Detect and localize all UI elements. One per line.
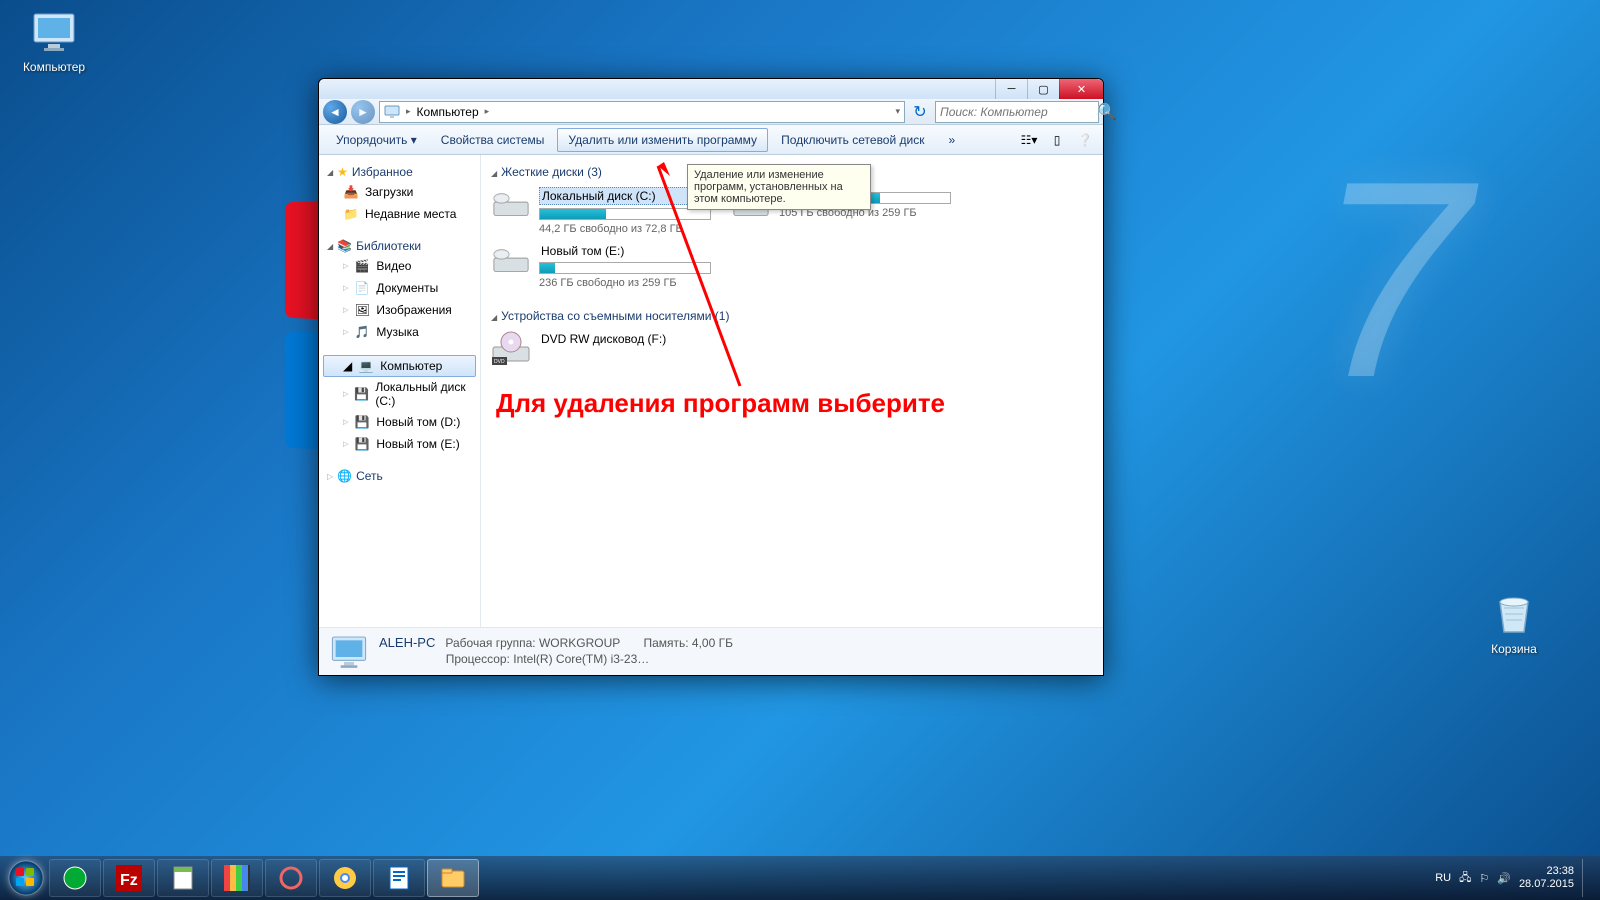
map-network-drive-button[interactable]: Подключить сетевой диск (770, 128, 935, 152)
refresh-button[interactable]: ↻ (909, 102, 931, 122)
breadcrumb[interactable]: ▸ Компьютер ▸ ▾ (379, 101, 905, 123)
start-button[interactable] (4, 858, 48, 898)
taskbar-app-1[interactable] (49, 859, 101, 897)
sidebar-network-header[interactable]: ▷🌐Сеть (323, 467, 476, 485)
sidebar-music[interactable]: ▷🎵Музыка (323, 321, 476, 343)
taskbar-chrome[interactable] (319, 859, 371, 897)
drive-c[interactable]: Локальный диск (C:) 44,2 ГБ свободно из … (491, 187, 711, 235)
taskbar-filezilla[interactable]: Fz (103, 859, 155, 897)
status-name: ALEH-PC (379, 635, 435, 650)
annotation-text: Для удаления программ выберите (496, 388, 945, 419)
drive-e-free: 236 ГБ свободно из 259 ГБ (539, 277, 711, 289)
svg-text:DVD: DVD (494, 359, 505, 365)
sidebar-downloads[interactable]: 📥Загрузки (323, 181, 476, 203)
taskbar-snip[interactable] (265, 859, 317, 897)
navigation-pane: ◢★Избранное 📥Загрузки 📁Недавние места ◢📚… (319, 155, 481, 627)
uninstall-tooltip: Удаление или изменение программ, установ… (687, 164, 871, 210)
titlebar: ─ ▢ ✕ (319, 79, 1103, 99)
drive-e-label: Новый том (E:) (539, 243, 711, 259)
search-box[interactable]: 🔍 (935, 101, 1099, 123)
tray-action-center-icon[interactable]: ⚐ (1479, 872, 1489, 885)
svg-text:Fz: Fz (120, 872, 138, 889)
view-options-button[interactable]: ☷▾ (1017, 128, 1041, 152)
taskbar-explorer[interactable] (427, 859, 479, 897)
toolbar: Упорядочить ▾ Свойства системы Удалить и… (319, 125, 1103, 155)
address-bar: ◄ ► ▸ Компьютер ▸ ▾ ↻ 🔍 (319, 99, 1103, 125)
search-icon: 🔍 (1097, 102, 1117, 122)
wallpaper-seven: 7 (1314, 120, 1470, 441)
forward-button[interactable]: ► (351, 100, 375, 124)
desktop-recycle-label: Корзина (1491, 642, 1537, 656)
breadcrumb-dropdown[interactable]: ▾ (895, 106, 900, 117)
drive-c-free: 44,2 ГБ свободно из 72,8 ГБ (539, 223, 711, 235)
close-button[interactable]: ✕ (1059, 79, 1103, 99)
tray-clock[interactable]: 23:38 28.07.2015 (1519, 865, 1574, 891)
help-button[interactable]: ❔ (1073, 128, 1097, 152)
taskbar-media[interactable] (211, 859, 263, 897)
dvd-drive[interactable]: DVD DVD RW дисковод (F:) (491, 331, 711, 367)
maximize-button[interactable]: ▢ (1027, 79, 1059, 99)
breadcrumb-arrow: ▸ (485, 106, 490, 117)
sidebar-drive-d[interactable]: ▷💾Новый том (D:) (323, 411, 476, 433)
sidebar-favorites-header[interactable]: ◢★Избранное (323, 163, 476, 181)
back-button[interactable]: ◄ (323, 100, 347, 124)
drive-e[interactable]: Новый том (E:) 236 ГБ свободно из 259 ГБ (491, 243, 711, 289)
tray-volume-icon[interactable]: 🔊 (1497, 872, 1511, 885)
toolbar-overflow[interactable]: » (937, 128, 966, 152)
breadcrumb-arrow: ▸ (406, 106, 411, 117)
taskbar-writer[interactable] (373, 859, 425, 897)
sidebar-pictures[interactable]: ▷🖼Изображения (323, 299, 476, 321)
preview-pane-button[interactable]: ▯ (1045, 128, 1069, 152)
system-tray: RU 🖧 ⚐ 🔊 23:38 28.07.2015 (1435, 859, 1596, 897)
desktop-computer-label: Компьютер (23, 60, 85, 74)
desktop-computer-icon[interactable]: Компьютер (14, 8, 94, 74)
drive-c-label: Локальный диск (C:) (539, 187, 711, 205)
breadcrumb-root[interactable]: Компьютер (417, 105, 479, 119)
removable-section-header[interactable]: ◢Устройства со съемными носителями (1) (491, 305, 1093, 327)
sidebar-computer[interactable]: ◢💻Компьютер (323, 355, 476, 377)
desktop-recycle-icon[interactable]: Корзина (1474, 590, 1554, 656)
dvd-label: DVD RW дисковод (F:) (539, 331, 711, 347)
computer-icon (384, 104, 400, 120)
sidebar-videos[interactable]: ▷🎬Видео (323, 255, 476, 277)
search-input[interactable] (940, 105, 1097, 119)
minimize-button[interactable]: ─ (995, 79, 1027, 99)
organize-button[interactable]: Упорядочить ▾ (325, 128, 428, 152)
sidebar-libraries-header[interactable]: ◢📚Библиотеки (323, 237, 476, 255)
drive-e-bar (539, 262, 711, 274)
tray-network-icon[interactable]: 🖧 (1459, 869, 1471, 888)
system-properties-button[interactable]: Свойства системы (430, 128, 556, 152)
drive-c-bar (539, 208, 711, 220)
sidebar-documents[interactable]: ▷📄Документы (323, 277, 476, 299)
details-pane: ALEH-PC Рабочая группа: WORKGROUP Память… (319, 627, 1103, 675)
sidebar-drive-e[interactable]: ▷💾Новый том (E:) (323, 433, 476, 455)
taskbar-notepad[interactable] (157, 859, 209, 897)
taskbar: Fz RU 🖧 ⚐ 🔊 23:38 28.07.2015 (0, 856, 1600, 900)
uninstall-program-button[interactable]: Удалить или изменить программу (557, 128, 768, 152)
tray-lang[interactable]: RU (1435, 872, 1451, 884)
sidebar-recent-places[interactable]: 📁Недавние места (323, 203, 476, 225)
sidebar-drive-c[interactable]: ▷💾Локальный диск (C:) (323, 377, 476, 411)
show-desktop-button[interactable] (1582, 859, 1590, 897)
